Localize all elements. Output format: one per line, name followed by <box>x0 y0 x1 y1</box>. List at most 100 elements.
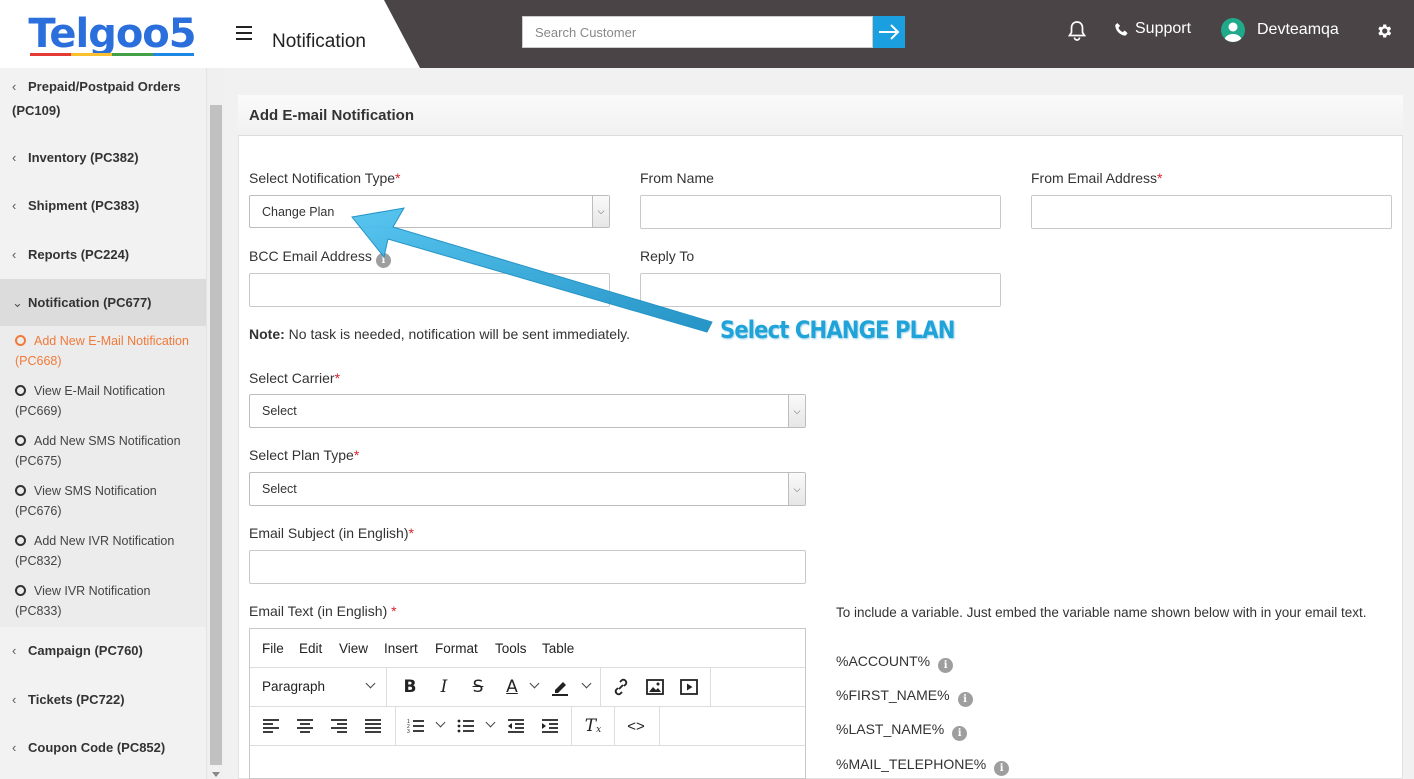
bullet-list-icon[interactable] <box>454 714 478 738</box>
telgoo5-logo[interactable]: Telgoo5 <box>0 0 224 68</box>
align-center-icon[interactable] <box>293 714 317 738</box>
email-text-label: Email Text (in English) * <box>249 603 397 619</box>
bcc-email-label: BCC Email Address i <box>249 248 391 268</box>
menu-tools[interactable]: Tools <box>495 641 527 656</box>
plan-type-select[interactable]: Select ⌵ <box>249 472 806 506</box>
notification-type-select[interactable]: Change Plan ⌵ <box>249 195 610 228</box>
italic-icon[interactable]: I <box>432 675 456 699</box>
rich-text-editor: File Edit View Insert Format Tools Table… <box>249 628 806 779</box>
submenu-view-email-notification[interactable]: View E-Mail Notification (PC669) <box>15 381 200 421</box>
chevron-left-icon: ‹ <box>12 740 17 755</box>
svg-text:3: 3 <box>407 729 410 734</box>
user-name: Devteamqa <box>1257 21 1339 38</box>
menu-insert[interactable]: Insert <box>384 641 418 656</box>
menu-format[interactable]: Format <box>435 641 478 656</box>
variable-first-name: %FIRST_NAME% i <box>836 687 973 707</box>
bold-icon[interactable]: B <box>398 675 422 699</box>
info-icon[interactable]: i <box>994 761 1010 776</box>
indent-icon[interactable] <box>538 714 562 738</box>
align-justify-icon[interactable] <box>361 714 385 738</box>
align-right-icon[interactable] <box>327 714 351 738</box>
submenu-add-ivr-notification[interactable]: Add New IVR Notification (PC832) <box>15 531 200 571</box>
phone-icon <box>1115 22 1128 36</box>
variables-intro: To include a variable. Just embed the va… <box>836 605 1367 620</box>
block-format-chevron-icon[interactable] <box>365 678 376 689</box>
carrier-select[interactable]: Select ⌵ <box>249 394 806 428</box>
outdent-icon[interactable] <box>504 714 528 738</box>
card-title: Add E-mail Notification <box>249 107 414 124</box>
text-color-chevron-icon[interactable] <box>529 678 540 689</box>
menu-file[interactable]: File <box>262 641 284 656</box>
chevron-left-icon: ‹ <box>12 198 17 213</box>
variable-account: %ACCOUNT% i <box>836 653 954 673</box>
highlight-color-icon[interactable] <box>548 675 572 699</box>
search-submit-button[interactable] <box>873 16 905 48</box>
submenu-view-sms-notification[interactable]: View SMS Notification (PC676) <box>15 481 200 521</box>
submenu-add-sms-notification[interactable]: Add New SMS Notification (PC675) <box>15 431 200 471</box>
text-color-icon[interactable]: A <box>500 675 524 699</box>
numbered-list-icon[interactable]: 123 <box>404 714 428 738</box>
circle-icon <box>15 385 26 396</box>
circle-icon <box>15 535 26 546</box>
variable-mail-telephone: %MAIL_TELEPHONE% i <box>836 756 1010 776</box>
sidebar-item-shipment[interactable]: ‹ Shipment (PC383) <box>0 194 206 218</box>
search-customer-input[interactable] <box>522 16 873 48</box>
variable-last-name: %LAST_NAME% i <box>836 721 968 741</box>
circle-icon <box>15 485 26 496</box>
sidebar-item-coupon-code[interactable]: ‹ Coupon Code (PC852) <box>0 736 206 760</box>
support-link[interactable]: Support <box>1114 20 1191 38</box>
menu-edit[interactable]: Edit <box>299 641 322 656</box>
strikethrough-icon[interactable]: S <box>466 675 490 699</box>
reply-to-label: Reply To <box>640 248 695 264</box>
info-icon[interactable]: i <box>957 692 973 707</box>
sidebar-scrollbar[interactable] <box>206 68 225 779</box>
info-icon[interactable]: i <box>952 726 968 741</box>
scroll-down-arrow-icon[interactable] <box>212 772 220 777</box>
sidebar-item-notification[interactable]: ⌄ Notification (PC677) <box>0 279 206 327</box>
info-icon[interactable]: i <box>938 658 954 673</box>
page-title: Notification <box>272 31 366 52</box>
highlight-chevron-icon[interactable] <box>581 678 592 689</box>
source-code-icon[interactable]: <> <box>624 714 648 738</box>
user-menu[interactable]: Devteamqa <box>1221 18 1339 42</box>
reply-to-input[interactable] <box>640 273 1001 307</box>
from-name-input[interactable] <box>640 195 1001 229</box>
editor-toolbar-row-2: 123 Tx <> <box>250 707 805 746</box>
numbered-list-chevron-icon[interactable] <box>435 717 446 728</box>
user-icon <box>1224 22 1242 42</box>
chevron-left-icon: ‹ <box>12 79 17 94</box>
from-email-input[interactable] <box>1031 195 1392 229</box>
menu-table[interactable]: Table <box>542 641 574 656</box>
clear-formatting-icon[interactable]: Tx <box>581 714 605 738</box>
sidebar-item-reports[interactable]: ‹ Reports (PC224) <box>0 243 206 267</box>
submenu-view-ivr-notification[interactable]: View IVR Notification (PC833) <box>15 581 200 621</box>
align-left-icon[interactable] <box>259 714 283 738</box>
sidebar-item-campaign[interactable]: ‹ Campaign (PC760) <box>0 639 206 663</box>
plan-type-label: Select Plan Type* <box>249 447 360 463</box>
menu-view[interactable]: View <box>339 641 368 656</box>
hamburger-menu-icon[interactable] <box>236 26 252 40</box>
link-icon[interactable] <box>609 675 633 699</box>
notification-submenu: Add New E-Mail Notification (PC668) View… <box>0 326 206 627</box>
bell-icon[interactable] <box>1067 20 1087 42</box>
editor-menubar: File Edit View Insert Format Tools Table <box>250 629 805 668</box>
sidebar-item-orders[interactable]: ‹ Prepaid/Postpaid Orders (PC109) <box>0 75 206 123</box>
support-label: Support <box>1135 20 1192 37</box>
note-text: Note: No task is needed, notification wi… <box>249 326 631 342</box>
block-format-dropdown[interactable]: Paragraph <box>262 679 325 694</box>
scrollbar-thumb[interactable] <box>210 105 222 765</box>
carrier-label: Select Carrier* <box>249 370 341 386</box>
gear-icon[interactable] <box>1375 22 1393 40</box>
sidebar-item-tickets[interactable]: ‹ Tickets (PC722) <box>0 688 206 712</box>
info-icon[interactable]: i <box>375 253 391 268</box>
bcc-email-input[interactable] <box>249 273 610 307</box>
bullet-list-chevron-icon[interactable] <box>485 717 496 728</box>
media-icon[interactable] <box>677 675 701 699</box>
notification-type-label: Select Notification Type* <box>249 170 401 186</box>
email-subject-input[interactable] <box>249 550 806 584</box>
image-icon[interactable] <box>643 675 667 699</box>
chevron-left-icon: ‹ <box>12 150 17 165</box>
sidebar-item-inventory[interactable]: ‹ Inventory (PC382) <box>0 146 206 170</box>
from-name-label: From Name <box>640 170 714 186</box>
submenu-add-email-notification[interactable]: Add New E-Mail Notification (PC668) <box>15 331 200 371</box>
